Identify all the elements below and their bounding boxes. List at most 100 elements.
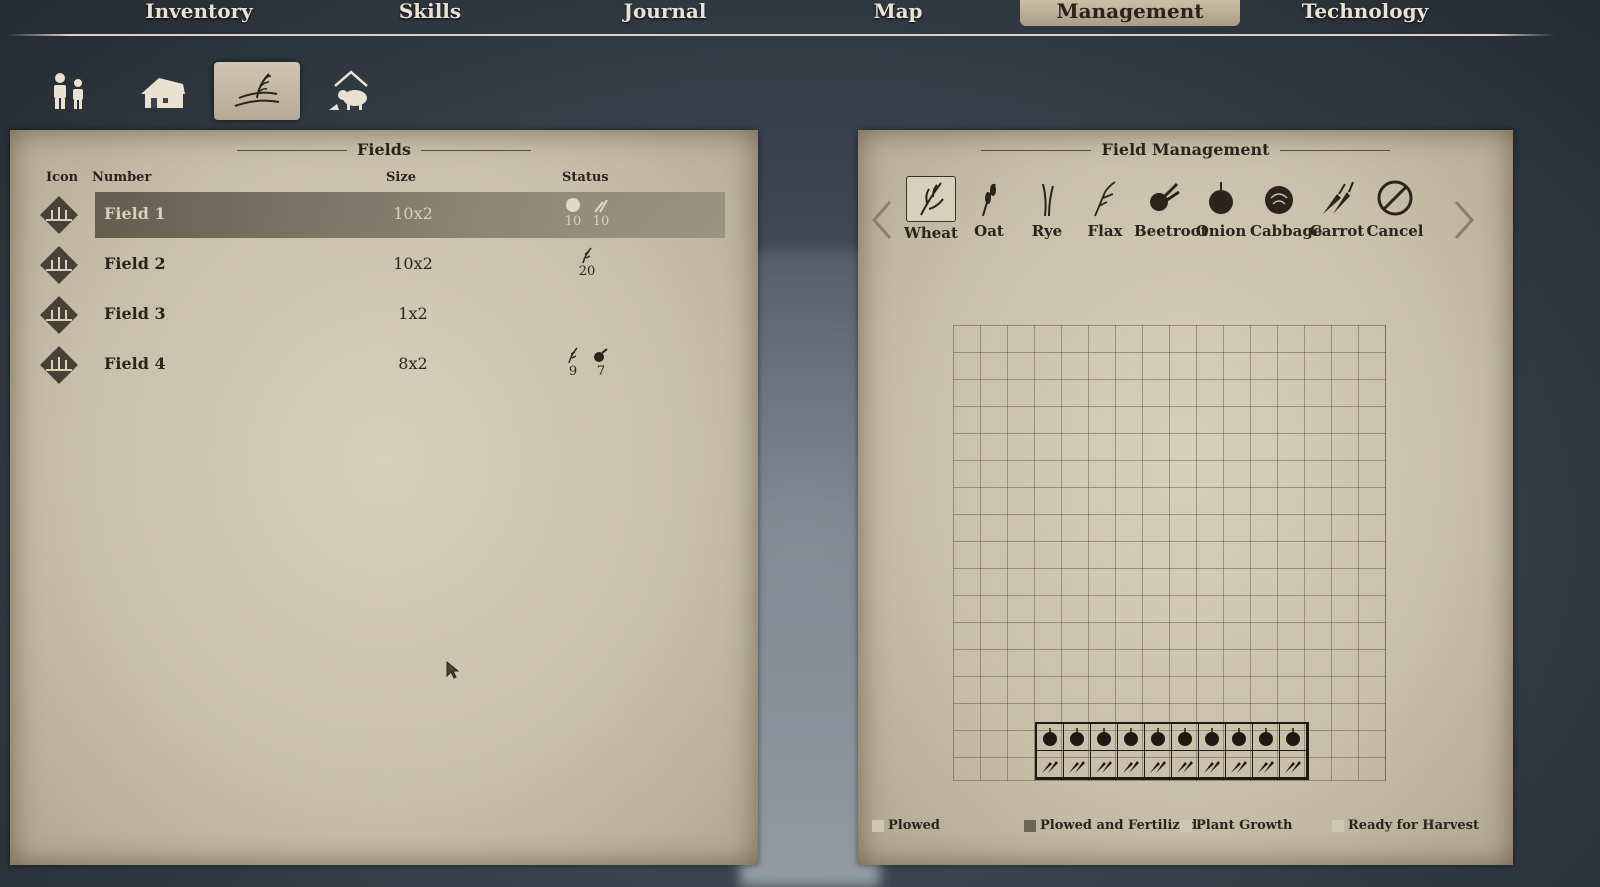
field-size: 1x2 — [398, 304, 428, 323]
tab-skills[interactable]: Skills — [380, 0, 480, 26]
status-count: 10 — [564, 214, 582, 229]
plot-cell[interactable] — [1280, 751, 1307, 778]
crop-label: Rye — [1031, 222, 1063, 240]
legend-plant-growth: Plant Growth — [1180, 818, 1292, 833]
field-icon — [40, 196, 78, 234]
legend-label: Plowed and Fertilized — [1040, 818, 1198, 833]
subtab-livestock[interactable] — [308, 62, 394, 120]
crop-label: Wheat — [904, 224, 958, 242]
plot-cell[interactable] — [1226, 724, 1253, 751]
plot-cell[interactable] — [1064, 724, 1091, 751]
plot-cell[interactable] — [1145, 751, 1172, 778]
crop-label: Onion — [1195, 222, 1247, 240]
subtab-buildings[interactable] — [120, 62, 206, 120]
villagers-icon — [54, 73, 83, 109]
column-header-icon: Icon — [46, 170, 79, 185]
beetroot-icon — [1150, 182, 1180, 211]
plot-cell[interactable] — [1199, 724, 1226, 751]
plot-cell[interactable] — [1037, 724, 1064, 751]
tab-journal[interactable]: Journal — [610, 0, 720, 26]
cabbage-icon — [1265, 186, 1293, 214]
field-row-3[interactable]: Field 3 1x2 — [30, 290, 740, 336]
rye-icon — [1042, 183, 1054, 217]
legend-swatch — [872, 819, 884, 832]
legend-label: Plant Growth — [1196, 818, 1293, 833]
plot-cell[interactable] — [1172, 724, 1199, 751]
crop-label: Cancel — [1366, 222, 1424, 240]
crop-wheat[interactable]: Wheat — [902, 176, 960, 242]
mouse-cursor-icon — [446, 661, 460, 679]
cancel-icon — [1377, 180, 1413, 216]
onion-icon — [1151, 728, 1165, 746]
legend-ready-harvest: Ready for Harvest — [1332, 818, 1479, 833]
top-navigation: Inventory Skills Journal Map Management … — [0, 0, 1600, 40]
crop-cabbage[interactable]: Cabbage — [1250, 176, 1322, 240]
prev-arrow-icon[interactable] — [868, 196, 898, 244]
crop-rye[interactable]: Rye — [1018, 176, 1076, 240]
planted-plots[interactable] — [1035, 722, 1309, 780]
status-plowed: 10 — [558, 196, 588, 229]
plot-cell[interactable] — [1253, 751, 1280, 778]
tab-technology[interactable]: Technology — [1300, 0, 1430, 26]
onion-icon — [1259, 728, 1273, 746]
crop-label: Beetroot — [1134, 222, 1208, 240]
field-row-4[interactable]: Field 4 8x2 9 7 — [30, 340, 740, 386]
plot-cell[interactable] — [1226, 751, 1253, 778]
status-beetroot: 7 — [586, 346, 616, 379]
plot-cell[interactable] — [1172, 751, 1199, 778]
oat-icon — [982, 183, 996, 217]
carrot-icon — [1069, 761, 1085, 773]
field-icon — [40, 296, 78, 334]
crop-flax[interactable]: Flax — [1076, 176, 1134, 240]
carrot-icon — [1204, 761, 1220, 773]
field-management-panel: Field Management Wheat Oat Rye Flax Beet… — [858, 130, 1513, 865]
carrot-icon — [1323, 181, 1354, 214]
crop-oat[interactable]: Oat — [960, 176, 1018, 240]
column-header-size: Size — [386, 170, 416, 185]
crop-label: Flax — [1087, 222, 1123, 240]
carrot-icon — [1231, 761, 1247, 773]
onion-icon — [1097, 728, 1111, 746]
plot-cell[interactable] — [1091, 724, 1118, 751]
fields-panel-header: Fields — [10, 140, 758, 159]
plot-cell[interactable] — [1280, 724, 1307, 751]
carrot-icon — [1042, 761, 1058, 773]
plot-cell[interactable] — [1064, 751, 1091, 778]
onion-icon — [1232, 728, 1246, 746]
tab-inventory[interactable]: Inventory — [140, 0, 258, 26]
crop-beetroot[interactable]: Beetroot — [1134, 176, 1208, 240]
plot-cell[interactable] — [1199, 751, 1226, 778]
onion-icon — [1124, 728, 1138, 746]
plot-cell[interactable] — [1091, 751, 1118, 778]
subtab-villagers[interactable] — [26, 62, 112, 120]
status-count: 10 — [592, 214, 610, 229]
carrot-icon — [1258, 761, 1274, 773]
crop-cancel[interactable]: Cancel — [1366, 176, 1424, 240]
onion-icon — [1070, 728, 1084, 746]
crop-label: Carrot — [1309, 222, 1365, 240]
tab-map[interactable]: Map — [848, 0, 948, 26]
crop-onion[interactable]: Onion — [1192, 176, 1250, 240]
legend-swatch — [1332, 819, 1344, 832]
status-count: 7 — [596, 364, 606, 379]
carrot-icon — [1123, 761, 1139, 773]
onion-icon — [1209, 182, 1233, 214]
onion-icon — [1205, 728, 1219, 746]
subtab-fields[interactable] — [214, 62, 300, 120]
plot-cell[interactable] — [1118, 724, 1145, 751]
field-icon — [40, 246, 78, 284]
plot-cell[interactable] — [1253, 724, 1280, 751]
next-arrow-icon[interactable] — [1448, 196, 1478, 244]
plot-cell[interactable] — [1145, 724, 1172, 751]
field-icon — [40, 346, 78, 384]
livestock-icon — [329, 70, 368, 110]
field-row-1[interactable]: Field 1 10x2 10 10 — [30, 190, 740, 238]
crop-carrot[interactable]: Carrot — [1308, 176, 1366, 240]
plot-cell[interactable] — [1118, 751, 1145, 778]
field-row-2[interactable]: Field 2 10x2 20 — [30, 240, 740, 286]
plot-cell[interactable] — [1037, 751, 1064, 778]
status-count: 9 — [568, 364, 578, 379]
field-layout-grid[interactable] — [953, 325, 1386, 781]
carrot-icon — [1285, 761, 1301, 773]
tab-management[interactable]: Management — [1020, 0, 1240, 26]
